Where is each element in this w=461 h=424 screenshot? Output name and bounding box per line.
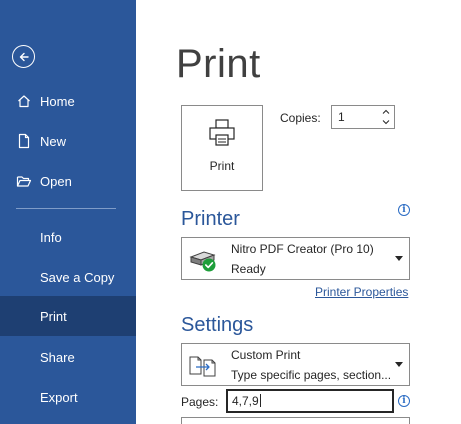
pages-info-icon[interactable]: i [398, 395, 410, 407]
pages-label: Pages: [181, 395, 219, 409]
print-range-dropdown[interactable]: Custom Print Type specific pages, sectio… [181, 343, 410, 386]
nav-new[interactable]: New [0, 121, 136, 161]
copies-decrement-button[interactable] [380, 117, 392, 127]
nav-share-label: Share [40, 349, 75, 365]
caret-down-icon [395, 256, 403, 261]
page-title: Print [176, 42, 261, 86]
printer-ready-icon [189, 251, 216, 272]
settings-heading: Settings [181, 314, 254, 336]
nav-open-label: Open [40, 173, 72, 189]
printer-icon [209, 119, 235, 146]
nav-export[interactable]: Export [0, 377, 136, 417]
copies-increment-button[interactable] [380, 107, 392, 117]
printer-status: Ready [231, 262, 266, 276]
copies-stepper[interactable]: 1 [331, 105, 395, 129]
backstage-sidebar: Home New Open Info Save a Copy Print Sha… [0, 0, 136, 424]
copies-label: Copies: [280, 111, 321, 125]
printer-name: Nitro PDF Creator (Pro 10) [231, 242, 374, 256]
back-button[interactable] [12, 45, 35, 68]
custom-print-icon [189, 356, 216, 377]
nav-info[interactable]: Info [0, 217, 136, 257]
chevron-up-icon [382, 109, 390, 114]
printer-dropdown[interactable]: Nitro PDF Creator (Pro 10) Ready [181, 237, 410, 280]
backstage-view: Home New Open Info Save a Copy Print Sha… [0, 0, 461, 424]
text-cursor [259, 394, 261, 407]
nav-save-a-copy[interactable]: Save a Copy [0, 257, 136, 297]
nav-divider [16, 208, 116, 209]
pages-value: 4,7,9 [232, 394, 261, 408]
print-sides-dropdown[interactable] [181, 417, 410, 424]
new-document-icon [16, 133, 32, 149]
folder-open-icon [16, 173, 32, 189]
nav-save-a-copy-label: Save a Copy [40, 269, 115, 285]
caret-down-icon [395, 362, 403, 367]
printer-info-icon[interactable]: i [398, 204, 410, 216]
printer-properties-link[interactable]: Printer Properties [315, 285, 408, 299]
nav-new-label: New [40, 133, 67, 149]
nav-info-label: Info [40, 229, 62, 245]
nav-print[interactable]: Print [0, 296, 136, 336]
nav-share[interactable]: Share [0, 337, 136, 377]
nav-print-label: Print [40, 308, 67, 324]
nav-home[interactable]: Home [0, 81, 136, 121]
chevron-down-icon [382, 120, 390, 125]
back-arrow-icon [19, 52, 29, 61]
print-range-description: Type specific pages, section... [231, 368, 392, 382]
nav-open[interactable]: Open [0, 161, 136, 201]
nav-export-label: Export [40, 389, 78, 405]
pages-input[interactable]: 4,7,9 [226, 389, 394, 413]
copies-value: 1 [338, 110, 345, 124]
print-pane: Print Print Copies: 1 Printer i Nitro PD… [136, 0, 461, 424]
nav-home-label: Home [40, 93, 75, 109]
printer-heading: Printer [181, 208, 240, 230]
home-icon [16, 93, 32, 109]
print-range-title: Custom Print [231, 348, 301, 362]
print-button[interactable]: Print [181, 105, 263, 191]
print-button-label: Print [209, 159, 235, 173]
